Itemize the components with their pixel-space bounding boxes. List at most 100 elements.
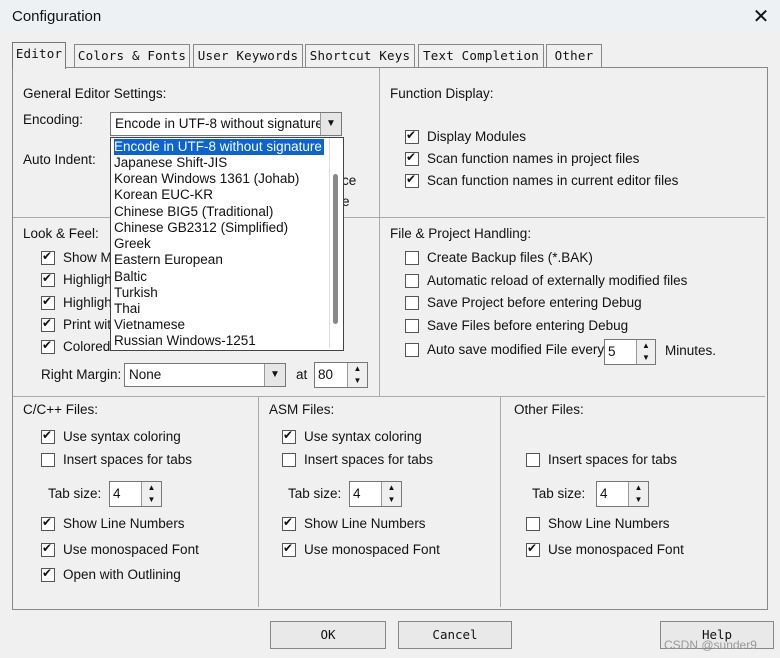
spinner-buttons[interactable]: ▲ ▼ — [347, 363, 367, 387]
spinner-buttons[interactable]: ▲ ▼ — [381, 482, 401, 506]
encoding-option-selected[interactable]: Encode in UTF-8 without signature — [114, 139, 324, 155]
tab-other[interactable]: Other — [546, 44, 602, 67]
tab-shortcut-keys[interactable]: Shortcut Keys — [305, 44, 415, 67]
scrollbar-thumb[interactable] — [333, 174, 338, 324]
spin-down-icon[interactable]: ▼ — [629, 494, 648, 506]
asm-insert-spaces-label: Insert spaces for tabs — [304, 452, 434, 467]
display-modules-checkbox[interactable] — [405, 128, 419, 144]
scan-editor-files-checkbox[interactable] — [405, 172, 419, 188]
spin-down-icon[interactable]: ▼ — [142, 494, 161, 506]
encoding-select[interactable]: Encode in UTF-8 without signature ▼ — [110, 112, 342, 136]
spinner-buttons[interactable]: ▲ ▼ — [628, 482, 648, 506]
auto-save-checkbox[interactable] — [405, 343, 419, 357]
divider — [258, 397, 259, 607]
spinner-buttons[interactable]: ▲ ▼ — [636, 340, 655, 364]
cpp-monospaced-checkbox[interactable] — [41, 541, 55, 557]
auto-save-label: Auto save modified File every — [427, 342, 605, 357]
chevron-down-icon[interactable]: ▼ — [264, 364, 285, 386]
watermark-text: CSDN @sunder9 — [664, 638, 757, 652]
asm-monospaced-checkbox[interactable] — [282, 541, 296, 557]
tab-user-keywords[interactable]: User Keywords — [193, 44, 303, 67]
spin-up-icon[interactable]: ▲ — [382, 482, 401, 494]
create-backup-label: Create Backup files (*.BAK) — [427, 250, 593, 265]
cpp-files-heading: C/C++ Files: — [23, 402, 99, 417]
look-feel-checkbox[interactable] — [41, 271, 55, 287]
save-files-debug-checkbox[interactable] — [405, 319, 419, 333]
encoding-option[interactable]: Korean Windows 1361 (Johab) — [114, 171, 324, 187]
cpp-syntax-coloring-checkbox[interactable] — [41, 428, 55, 444]
encoding-option[interactable]: Eastern European — [114, 252, 324, 268]
encoding-option[interactable]: Russian Windows-1251 — [114, 333, 324, 349]
cpp-line-numbers-checkbox[interactable] — [41, 515, 55, 531]
other-monospaced-label: Use monospaced Font — [548, 542, 684, 557]
tab-text-completion[interactable]: Text Completion — [418, 44, 544, 67]
cpp-outlining-label: Open with Outlining — [63, 567, 181, 582]
asm-files-heading: ASM Files: — [269, 402, 335, 417]
spin-down-icon[interactable]: ▼ — [348, 375, 367, 387]
spin-up-icon[interactable]: ▲ — [629, 482, 648, 494]
chevron-down-icon[interactable]: ▼ — [320, 113, 341, 135]
right-margin-value: None — [129, 367, 162, 382]
encoding-option[interactable]: Turkish — [114, 285, 324, 301]
encoding-option[interactable]: Vietnamese — [114, 317, 324, 333]
file-project-heading: File & Project Handling: — [390, 226, 532, 241]
asm-tab-size-spinner[interactable]: 4 ▲ ▼ — [349, 481, 402, 507]
right-margin-spinner[interactable]: 80 ▲ ▼ — [314, 362, 368, 388]
asm-insert-spaces-checkbox[interactable] — [282, 453, 296, 467]
cpp-tab-size-spinner[interactable]: 4 ▲ ▼ — [109, 481, 162, 507]
look-feel-label: Colored — [63, 339, 111, 354]
other-line-numbers-label: Show Line Numbers — [548, 516, 670, 531]
look-feel-checkbox[interactable] — [41, 316, 55, 332]
spin-up-icon[interactable]: ▲ — [637, 340, 655, 352]
spinner-buttons[interactable]: ▲ ▼ — [141, 482, 161, 506]
tab-editor[interactable]: Editor — [12, 42, 66, 69]
cpp-insert-spaces-checkbox[interactable] — [41, 453, 55, 467]
encoding-option[interactable]: Korean EUC-KR — [114, 187, 324, 203]
look-feel-checkbox[interactable] — [41, 249, 55, 265]
other-line-numbers-checkbox[interactable] — [526, 517, 540, 531]
auto-reload-checkbox[interactable] — [405, 274, 419, 288]
encoding-dropdown-list[interactable]: Encode in UTF-8 without signature Japane… — [110, 137, 344, 351]
asm-tab-size-label: Tab size: — [288, 486, 342, 501]
auto-save-spinner[interactable]: 5 ▲ ▼ — [604, 339, 656, 365]
encoding-option[interactable]: Thai — [114, 301, 324, 317]
cpp-outlining-checkbox[interactable] — [41, 566, 55, 582]
spin-up-icon[interactable]: ▲ — [348, 363, 367, 375]
cpp-syntax-coloring-label: Use syntax coloring — [63, 429, 181, 444]
window-title: Configuration — [12, 8, 102, 25]
look-feel-checkbox[interactable] — [41, 338, 55, 354]
encoding-option[interactable]: Japanese Shift-JIS — [114, 155, 324, 171]
look-feel-label: Show M — [63, 250, 112, 265]
encoding-option[interactable]: Chinese GB2312 (Simplified) — [114, 220, 324, 236]
encoding-option[interactable]: Chinese BIG5 (Traditional) — [114, 204, 324, 220]
encoding-option[interactable]: Baltic — [114, 269, 324, 285]
cpp-monospaced-label: Use monospaced Font — [63, 542, 199, 557]
create-backup-checkbox[interactable] — [405, 251, 419, 265]
function-display-heading: Function Display: — [390, 86, 494, 101]
ok-button[interactable]: OK — [270, 621, 386, 649]
right-margin-select[interactable]: None ▼ — [124, 363, 286, 387]
asm-line-numbers-checkbox[interactable] — [282, 515, 296, 531]
save-project-debug-checkbox[interactable] — [405, 296, 419, 310]
encoding-option[interactable]: Greek — [114, 236, 324, 252]
other-insert-spaces-label: Insert spaces for tabs — [548, 452, 678, 467]
asm-syntax-coloring-checkbox[interactable] — [282, 428, 296, 444]
other-insert-spaces-checkbox[interactable] — [526, 453, 540, 467]
tab-colors-fonts[interactable]: Colors & Fonts — [74, 44, 190, 67]
scan-project-files-checkbox[interactable] — [405, 150, 419, 166]
spin-down-icon[interactable]: ▼ — [637, 352, 655, 364]
other-tab-size-spinner[interactable]: 4 ▲ ▼ — [596, 481, 649, 507]
save-files-debug-label: Save Files before entering Debug — [427, 318, 629, 333]
dropdown-scrollbar[interactable] — [329, 138, 343, 348]
look-feel-checkbox[interactable] — [41, 294, 55, 310]
spin-down-icon[interactable]: ▼ — [382, 494, 401, 506]
right-margin-at-value: 80 — [318, 367, 334, 382]
auto-save-unit: Minutes. — [665, 343, 717, 358]
cpp-line-numbers-label: Show Line Numbers — [63, 516, 185, 531]
spin-up-icon[interactable]: ▲ — [142, 482, 161, 494]
cancel-button[interactable]: Cancel — [398, 621, 512, 649]
other-monospaced-checkbox[interactable] — [526, 541, 540, 557]
asm-syntax-coloring-label: Use syntax coloring — [304, 429, 422, 444]
close-icon[interactable]: ✕ — [748, 4, 774, 30]
look-feel-label: Print wit — [63, 317, 112, 332]
